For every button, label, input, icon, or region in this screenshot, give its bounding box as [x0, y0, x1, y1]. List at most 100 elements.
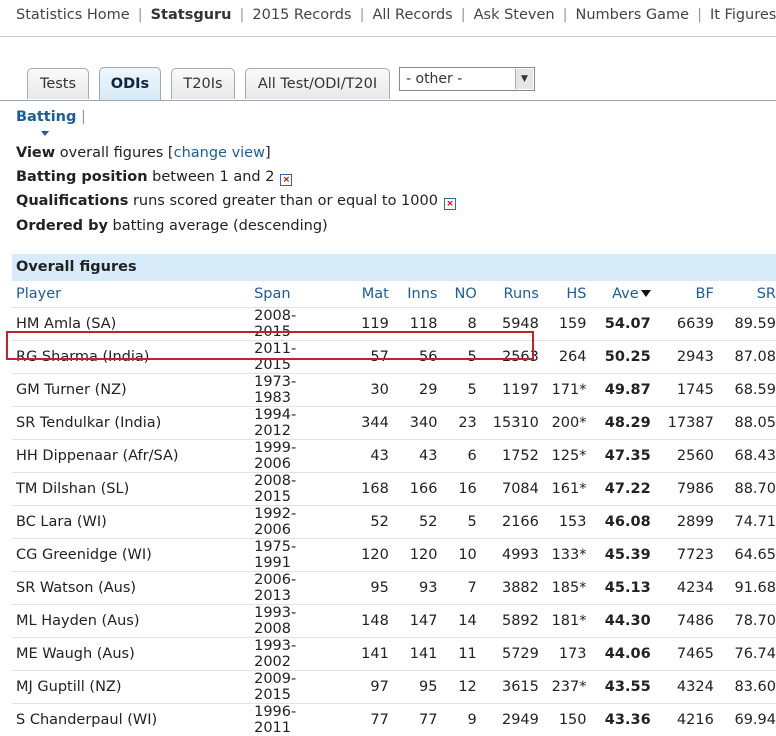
column-header-span[interactable]: Span — [250, 281, 328, 308]
column-header-label: Mat — [362, 286, 389, 302]
batting-separator: | — [81, 109, 86, 125]
nav-link-it-figures[interactable]: It Figures — [702, 7, 776, 23]
cell-span: 1975-1991 — [250, 539, 328, 572]
cell-inns: 77 — [389, 704, 438, 736]
cell-bf: 4234 — [651, 572, 714, 605]
cell-no: 6 — [437, 440, 476, 473]
nav-link-statistics-home[interactable]: Statistics Home — [8, 7, 138, 23]
nav-link-2015-records[interactable]: 2015 Records — [244, 7, 359, 23]
cell-no: 16 — [437, 473, 476, 506]
cell-no: 10 — [437, 539, 476, 572]
cell-ave: 44.30 — [587, 605, 651, 638]
player-link[interactable]: S Chanderpaul (WI) — [12, 704, 250, 736]
nav-link-numbers-game[interactable]: Numbers Game — [567, 7, 697, 23]
column-header-ave[interactable]: Ave — [587, 281, 651, 308]
cell-no: 5 — [437, 374, 476, 407]
cell-hs: 150 — [539, 704, 587, 736]
batting-caret-icon — [41, 131, 49, 136]
qualifications-line: Qualifications runs scored greater than … — [16, 193, 456, 209]
column-header-player[interactable]: Player — [12, 281, 250, 308]
cell-ave: 47.22 — [587, 473, 651, 506]
player-link[interactable]: BC Lara (WI) — [12, 506, 250, 539]
cell-no: 14 — [437, 605, 476, 638]
cell-no: 9 — [437, 704, 476, 736]
column-header-label: Runs — [504, 286, 539, 302]
cell-ave: 43.55 — [587, 671, 651, 704]
cell-span: 1973-1983 — [250, 374, 328, 407]
cell-runs: 3615 — [477, 671, 539, 704]
cell-runs: 4993 — [477, 539, 539, 572]
column-header-inns[interactable]: Inns — [389, 281, 438, 308]
cell-span: 2009-2015 — [250, 671, 328, 704]
tab-tests[interactable]: Tests — [27, 68, 89, 99]
cell-sr: 83.60 — [714, 671, 776, 704]
column-header-sr[interactable]: SR — [714, 281, 776, 308]
player-link[interactable]: GM Turner (NZ) — [12, 374, 250, 407]
cell-runs: 5892 — [477, 605, 539, 638]
player-link[interactable]: MJ Guptill (NZ) — [12, 671, 250, 704]
cell-ave: 45.39 — [587, 539, 651, 572]
table-header-row: PlayerSpan MatInns NO Runs HSAveBF SR — [12, 281, 776, 308]
tab-odis[interactable]: ODIs — [99, 67, 161, 100]
column-header-bf[interactable]: BF — [651, 281, 714, 308]
cell-bf: 2899 — [651, 506, 714, 539]
player-link[interactable]: CG Greenidge (WI) — [12, 539, 250, 572]
view-line: View overall figures [change view] — [16, 145, 271, 161]
tab-t20is[interactable]: T20Is — [171, 68, 235, 99]
player-link[interactable]: SR Tendulkar (India) — [12, 407, 250, 440]
cell-sr: 76.74 — [714, 638, 776, 671]
tab-all-formats[interactable]: All Test/ODI/T20I — [245, 68, 390, 99]
column-header-label: HS — [566, 286, 586, 302]
cell-span: 1996-2011 — [250, 704, 328, 736]
cell-hs: 159 — [539, 308, 587, 341]
remove-position-filter-icon[interactable]: × — [280, 174, 292, 186]
cell-hs: 171* — [539, 374, 587, 407]
remove-qualification-filter-icon[interactable]: × — [444, 198, 456, 210]
player-link[interactable]: ME Waugh (Aus) — [12, 638, 250, 671]
column-header-runs[interactable]: Runs — [477, 281, 539, 308]
player-link[interactable]: ML Hayden (Aus) — [12, 605, 250, 638]
table-heading: Overall figures — [12, 254, 776, 281]
top-nav-links: Statistics Home|Statsguru|2015 Records|A… — [0, 0, 776, 30]
cell-mat: 120 — [328, 539, 389, 572]
column-header-hs[interactable]: HS — [539, 281, 587, 308]
table-row: SR Tendulkar (India)1994-201234434023153… — [12, 407, 776, 440]
table-row: CG Greenidge (WI)1975-199112012010499313… — [12, 539, 776, 572]
dropdown-arrow-icon[interactable]: ▼ — [515, 69, 533, 89]
batting-view-link[interactable]: Batting — [16, 109, 76, 125]
cell-mat: 30 — [328, 374, 389, 407]
cell-sr: 74.71 — [714, 506, 776, 539]
player-link[interactable]: TM Dilshan (SL) — [12, 473, 250, 506]
cell-bf: 1745 — [651, 374, 714, 407]
cell-bf: 2560 — [651, 440, 714, 473]
player-link[interactable]: HH Dippenaar (Afr/SA) — [12, 440, 250, 473]
cell-hs: 173 — [539, 638, 587, 671]
column-header-label: NO — [455, 286, 477, 302]
column-header-no[interactable]: NO — [437, 281, 476, 308]
column-header-label: SR — [757, 286, 776, 302]
table-row: HH Dippenaar (Afr/SA)1999-20064343617521… — [12, 440, 776, 473]
cell-sr: 68.59 — [714, 374, 776, 407]
nav-link-statsguru[interactable]: Statsguru — [143, 7, 240, 23]
other-format-select[interactable]: - other - ▼ — [399, 67, 535, 91]
player-link[interactable]: SR Watson (Aus) — [12, 572, 250, 605]
cell-runs: 5729 — [477, 638, 539, 671]
table-row: ML Hayden (Aus)1993-2008148147145892181*… — [12, 605, 776, 638]
cell-inns: 141 — [389, 638, 438, 671]
table-row: TM Dilshan (SL)2008-2015168166167084161*… — [12, 473, 776, 506]
table-row: MJ Guptill (NZ)2009-20159795123615237*43… — [12, 671, 776, 704]
cell-no: 12 — [437, 671, 476, 704]
nav-link-ask-steven[interactable]: Ask Steven — [466, 7, 563, 23]
ordered-by-text: batting average (descending) — [113, 218, 328, 234]
cell-mat: 119 — [328, 308, 389, 341]
cell-bf: 4324 — [651, 671, 714, 704]
cell-mat: 141 — [328, 638, 389, 671]
column-header-mat[interactable]: Mat — [328, 281, 389, 308]
nav-link-all-records[interactable]: All Records — [364, 7, 460, 23]
top-nav-divider — [0, 36, 776, 37]
player-link[interactable]: HM Amla (SA) — [12, 308, 250, 341]
change-view-link[interactable]: change view — [174, 145, 265, 161]
cell-bf: 6639 — [651, 308, 714, 341]
cell-runs: 1197 — [477, 374, 539, 407]
player-link[interactable]: RG Sharma (India) — [12, 341, 250, 374]
